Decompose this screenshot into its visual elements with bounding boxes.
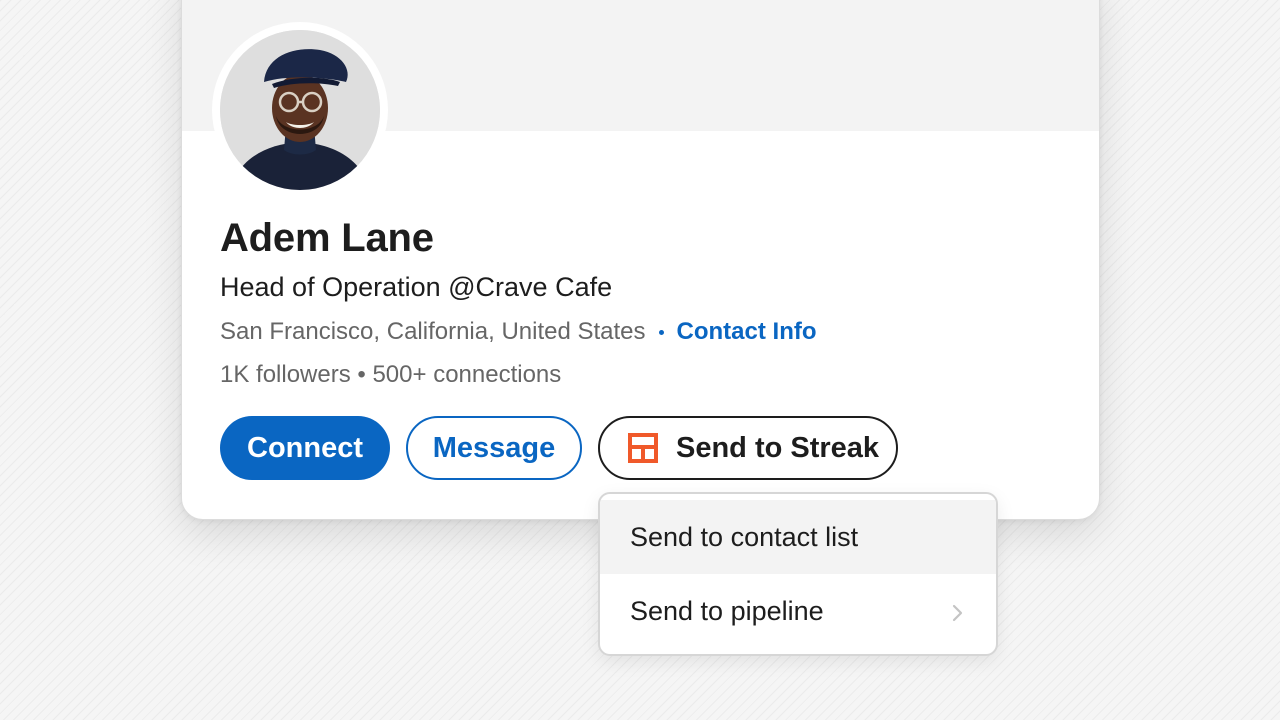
separator-dot (658, 329, 664, 335)
avatar[interactable] (220, 30, 380, 190)
chevron-right-icon (946, 600, 968, 622)
menu-item-label: Send to pipeline (630, 595, 824, 626)
message-button-label: Message (432, 431, 556, 464)
profile-headline: Head of Operation @Crave Cafe (220, 272, 613, 302)
menu-item-label: Send to contact list (630, 521, 859, 552)
contact-info-link[interactable]: Contact Info (677, 318, 817, 346)
send-to-streak-label: Send to Streak (676, 431, 880, 464)
connect-button[interactable]: Connect (220, 416, 390, 480)
profile-location: San Francisco, California, United States (220, 318, 646, 345)
menu-item-send-to-contact-list[interactable]: Send to contact list (600, 500, 996, 574)
message-button[interactable]: Message (406, 416, 582, 480)
streak-icon (626, 431, 660, 465)
send-to-streak-button[interactable]: Send to Streak (598, 416, 898, 480)
menu-item-send-to-pipeline[interactable]: Send to pipeline (600, 574, 996, 648)
connect-button-label: Connect (247, 431, 363, 464)
profile-stats: 1K followers • 500+ connections (220, 361, 562, 388)
streak-dropdown-menu: Send to contact list Send to pipeline (598, 492, 998, 656)
avatar-image (220, 30, 380, 190)
profile-location-row: San Francisco, California, United States… (220, 318, 817, 346)
profile-name: Adem Lane (220, 216, 434, 260)
